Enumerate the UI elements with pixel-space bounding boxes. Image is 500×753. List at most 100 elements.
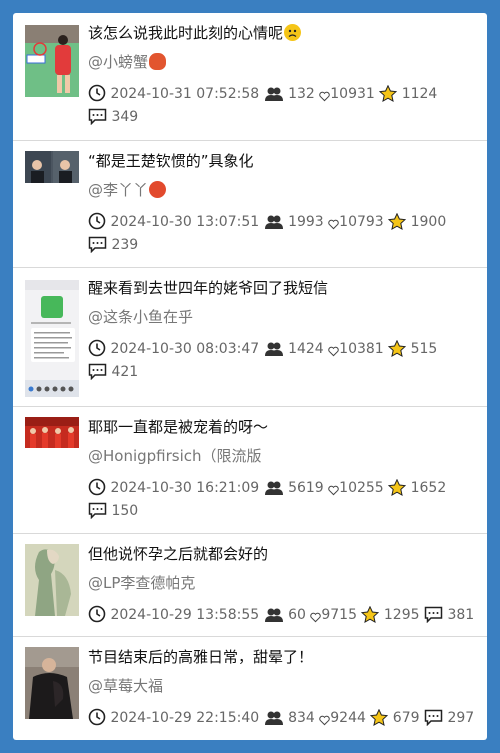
clock-icon (88, 708, 106, 726)
post-views: 834 (264, 710, 320, 726)
clock-icon (88, 339, 106, 357)
star-icon (379, 84, 398, 102)
post-time: 2024-10-30 13:07:51 (88, 212, 264, 230)
post-stars: 515 (387, 339, 437, 357)
users-icon (264, 215, 283, 229)
heart-icon (310, 612, 322, 623)
speech-balloon-emoji (149, 181, 167, 198)
post-likes: 10931 (319, 86, 379, 102)
comment-icon (88, 108, 107, 126)
post-card[interactable]: 但他说怀孕之后就都会好的 @LP李查德帕克 2024-10-29 13:58:5… (13, 533, 487, 636)
post-meta: 2024-10-29 13:58:55 60 9715 1295 381 (88, 604, 477, 627)
comment-icon (88, 502, 107, 520)
post-meta: 2024-10-30 13:07:51 1993 10793 1900 239 (88, 211, 477, 257)
post-stars: 1295 (361, 605, 424, 623)
post-feed: 该怎么说我此时此刻的心情呢 @小螃蟹 2024-10-31 07:52:58 1… (13, 13, 487, 740)
post-thumbnail[interactable] (25, 417, 79, 448)
post-views: 1993 (264, 214, 329, 230)
comment-icon (88, 363, 107, 381)
worried-face-emoji (284, 24, 302, 41)
post-author[interactable]: @李丫丫 (88, 179, 477, 200)
post-title[interactable]: 耶耶一直都是被宠着的呀～ (88, 415, 477, 439)
post-stars: 1652 (387, 478, 446, 496)
post-content: 醒来看到去世四年的姥爷回了我短信 @这条小鱼在乎 2024-10-30 08:0… (88, 276, 477, 384)
post-meta: 2024-10-30 08:03:47 1424 10381 515 421 (88, 338, 477, 384)
post-content: 耶耶一直都是被宠着的呀～ @Honigpfirsich（限流版 2024-10-… (88, 415, 477, 523)
post-views: 1424 (264, 341, 329, 357)
post-views: 5619 (264, 480, 329, 496)
post-content: 但他说怀孕之后就都会好的 @LP李查德帕克 2024-10-29 13:58:5… (88, 542, 477, 627)
post-thumbnail[interactable] (25, 544, 79, 616)
post-title[interactable]: 节目结束后的高雅日常，甜晕了！ (88, 645, 477, 669)
post-likes: 10255 (328, 480, 388, 496)
post-card[interactable]: 醒来看到去世四年的姥爷回了我短信 @这条小鱼在乎 2024-10-30 08:0… (13, 267, 487, 406)
post-likes: 9244 (319, 710, 370, 726)
comment-icon (88, 236, 107, 254)
heart-icon (328, 346, 339, 357)
post-time: 2024-10-31 07:52:58 (88, 84, 264, 102)
post-likes: 10381 (328, 341, 388, 357)
post-time: 2024-10-30 16:21:09 (88, 478, 264, 496)
users-icon (264, 481, 283, 495)
post-title[interactable]: 该怎么说我此时此刻的心情呢 (88, 21, 477, 45)
post-comments: 421 (88, 363, 138, 381)
crab-emoji (149, 53, 167, 70)
star-icon (387, 478, 407, 496)
post-time: 2024-10-30 08:03:47 (88, 339, 264, 357)
post-title[interactable]: 醒来看到去世四年的姥爷回了我短信 (88, 276, 477, 300)
post-meta: 2024-10-31 07:52:58 132 10931 1124 349 (88, 83, 477, 129)
post-likes: 9715 (310, 607, 361, 623)
users-icon (264, 608, 283, 622)
post-views: 132 (264, 86, 320, 102)
post-views: 60 (264, 607, 311, 623)
clock-icon (88, 478, 106, 496)
comment-icon (424, 606, 443, 624)
users-icon (264, 711, 283, 725)
post-stars: 1124 (379, 84, 437, 102)
post-author[interactable]: @草莓大福 (88, 675, 477, 696)
post-author[interactable]: @小螃蟹 (88, 51, 477, 72)
post-comments: 381 (424, 606, 474, 624)
post-likes: 10793 (328, 214, 388, 230)
post-stars: 679 (370, 708, 424, 726)
post-author[interactable]: @Honigpfirsich（限流版 (88, 445, 477, 466)
clock-icon (88, 84, 106, 102)
star-icon (361, 605, 380, 623)
clock-icon (88, 212, 106, 230)
post-time: 2024-10-29 13:58:55 (88, 605, 264, 623)
heart-icon (319, 91, 330, 102)
post-author[interactable]: @LP李查德帕克 (88, 572, 477, 593)
post-content: 节目结束后的高雅日常，甜晕了！ @草莓大福 2024-10-29 22:15:4… (88, 645, 477, 730)
post-card[interactable]: 该怎么说我此时此刻的心情呢 @小螃蟹 2024-10-31 07:52:58 1… (13, 13, 487, 140)
heart-icon (328, 485, 339, 496)
post-card[interactable]: “都是王楚钦惯的”具象化 @李丫丫 2024-10-30 13:07:51 19… (13, 140, 487, 267)
post-meta: 2024-10-30 16:21:09 5619 10255 1652 150 (88, 477, 477, 523)
post-thumbnail[interactable] (25, 25, 79, 97)
post-comments: 297 (424, 709, 474, 727)
post-comments: 349 (88, 108, 138, 126)
comment-icon (424, 709, 443, 727)
post-card[interactable]: 耶耶一直都是被宠着的呀～ @Honigpfirsich（限流版 2024-10-… (13, 406, 487, 533)
post-meta: 2024-10-29 22:15:40 834 9244 679 297 (88, 707, 477, 730)
post-comments: 239 (88, 236, 138, 254)
heart-icon (328, 219, 339, 230)
post-title[interactable]: “都是王楚钦惯的”具象化 (88, 149, 477, 173)
users-icon (264, 87, 283, 101)
star-icon (370, 708, 389, 726)
users-icon (264, 342, 283, 356)
star-icon (387, 339, 407, 357)
post-thumbnail[interactable] (25, 647, 79, 719)
post-comments: 150 (88, 502, 138, 520)
post-time: 2024-10-29 22:15:40 (88, 708, 264, 726)
post-stars: 1900 (387, 212, 446, 230)
post-content: “都是王楚钦惯的”具象化 @李丫丫 2024-10-30 13:07:51 19… (88, 149, 477, 257)
post-thumbnail[interactable] (25, 151, 79, 183)
post-content: 该怎么说我此时此刻的心情呢 @小螃蟹 2024-10-31 07:52:58 1… (88, 21, 477, 129)
clock-icon (88, 605, 106, 623)
post-author[interactable]: @这条小鱼在乎 (88, 306, 477, 327)
post-card[interactable]: 节目结束后的高雅日常，甜晕了！ @草莓大福 2024-10-29 22:15:4… (13, 636, 487, 740)
heart-icon (319, 715, 330, 726)
post-thumbnail[interactable] (25, 280, 79, 397)
post-title[interactable]: 但他说怀孕之后就都会好的 (88, 542, 477, 566)
star-icon (387, 212, 407, 230)
